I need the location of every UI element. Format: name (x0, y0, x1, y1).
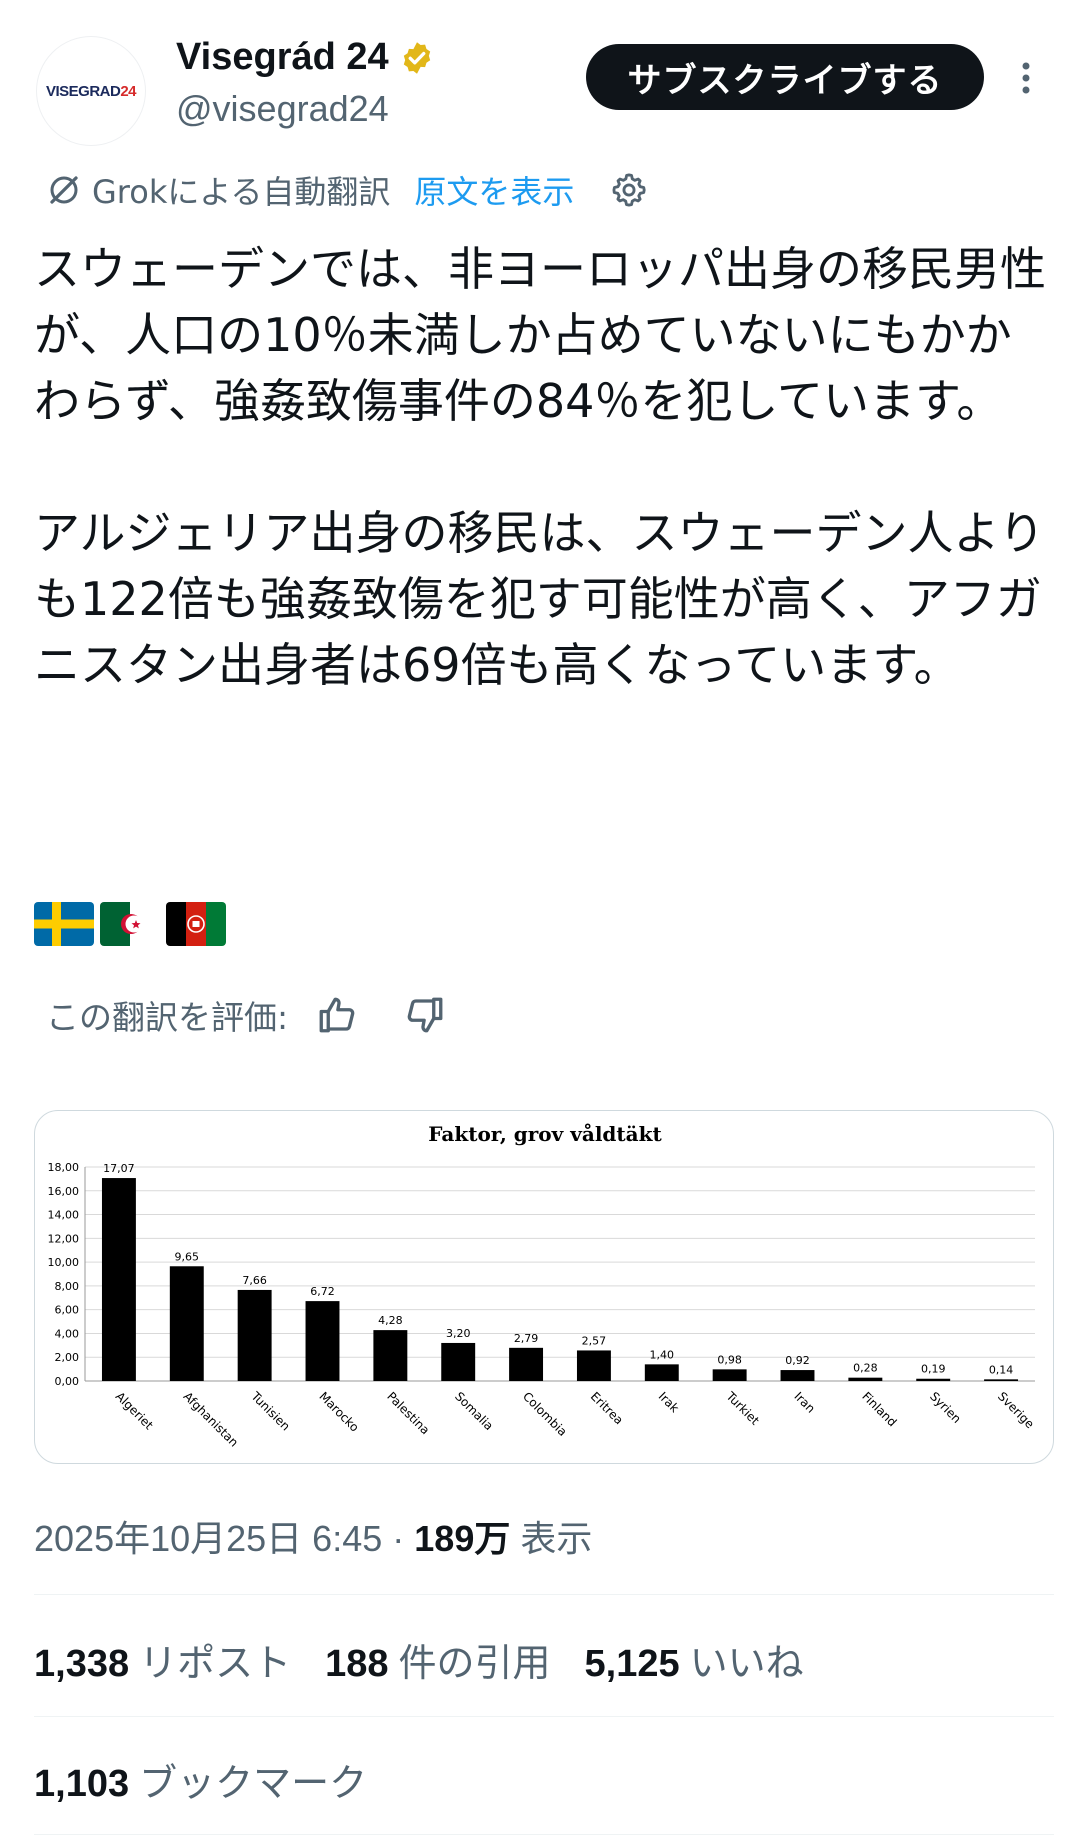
views-label: 表示 (520, 1518, 593, 1559)
chart-bar (509, 1347, 544, 1381)
bar-value-label: 2,57 (582, 1334, 607, 1347)
y-tick-label: 10,00 (48, 1256, 80, 1269)
reposts-stat[interactable]: 1,338 リポスト (34, 1632, 291, 1687)
bar-value-label: 4,28 (378, 1314, 403, 1327)
x-tick-label: Eritrea (588, 1389, 626, 1427)
chart-bar (916, 1378, 951, 1381)
tweet-text: スウェーデンでは、非ヨーロッパ出身の移民男性が、人口の10％未満しか占めていない… (34, 242, 1046, 692)
views-count: 189万 (414, 1518, 511, 1559)
display-name[interactable]: Visegrád 24 (176, 36, 389, 79)
tweet-meta: 2025年10月25日 6:45 · 189万 表示 (34, 1510, 592, 1562)
bar-value-label: 9,65 (175, 1250, 200, 1263)
bar-chart: Faktor, grov våldtäkt 0,00 2,00 4,00 6,00 8,… (48, 1122, 1037, 1450)
translation-label: Grokによる自動翻訳 (92, 173, 391, 211)
bar-value-label: 17,07 (103, 1162, 135, 1175)
rate-translation-row: この翻訳を評価: (46, 990, 446, 1040)
y-tick-label: 18,00 (48, 1161, 80, 1174)
chart-bar (644, 1364, 679, 1381)
bar-value-label: 1,40 (650, 1348, 675, 1361)
quotes-stat[interactable]: 188 件の引用 (325, 1632, 550, 1687)
divider (34, 1834, 1054, 1835)
verified-badge-icon (403, 41, 430, 74)
chart-bar (237, 1289, 272, 1381)
afghanistan-flag-icon (166, 902, 226, 946)
chart-bar (576, 1350, 611, 1381)
bar-value-label: 0,19 (921, 1363, 946, 1376)
subscribe-button[interactable]: サブスクライブする (586, 44, 984, 110)
x-tick-label: Irak (656, 1389, 682, 1415)
bar-value-label: 0,28 (853, 1362, 878, 1375)
divider (34, 1716, 1054, 1717)
x-tick-label: Finland (859, 1389, 899, 1429)
bar-value-label: 2,79 (514, 1332, 539, 1345)
thumbs-up-icon[interactable] (316, 994, 358, 1036)
handle[interactable]: @visegrad24 (176, 88, 389, 130)
chart-bar (441, 1342, 476, 1381)
bar-value-label: 3,20 (446, 1327, 471, 1340)
y-tick-label: 2,00 (55, 1351, 80, 1364)
x-tick-label: Tunisien (248, 1389, 293, 1434)
bar-value-label: 0,92 (785, 1354, 810, 1367)
bookmarks-stat[interactable]: 1,103 ブックマーク (34, 1752, 367, 1807)
x-tick-label: Palestina (384, 1389, 432, 1437)
thumbs-down-icon[interactable] (404, 994, 446, 1036)
y-tick-label: 14,00 (48, 1209, 80, 1222)
meta-separator: · (392, 1518, 405, 1559)
x-tick-label: Algeriet (113, 1389, 156, 1432)
reposts-label: リポスト (139, 1643, 292, 1685)
flag-emojis (34, 902, 226, 946)
grok-icon (50, 176, 78, 204)
x-tick-label: Colombia (520, 1389, 570, 1439)
gear-icon[interactable] (610, 171, 648, 209)
chart-bar (984, 1379, 1019, 1381)
media-image[interactable]: Faktor, grov våldtäkt 0,00 2,00 4,00 6,00 8,… (34, 1110, 1054, 1464)
chart-bar (101, 1178, 136, 1381)
x-tick-label: Afghanistan (181, 1389, 241, 1449)
algeria-flag-icon (100, 902, 160, 946)
rate-translation-label: この翻訳を評価: (46, 998, 289, 1037)
tweet-header: VISEGRAD24 Visegrád 24 @visegrad24 サブスクラ… (0, 0, 1080, 150)
sweden-flag-icon (34, 902, 94, 946)
chart-bar (169, 1266, 204, 1381)
avatar[interactable]: VISEGRAD24 (36, 36, 146, 146)
y-tick-label: 12,00 (48, 1232, 80, 1245)
y-tick-label: 0,00 (55, 1375, 80, 1388)
x-tick-label: Somalia (452, 1389, 496, 1433)
x-tick-label: Syrien (927, 1389, 964, 1426)
chart-bar (305, 1301, 340, 1381)
bar-value-label: 0,14 (989, 1363, 1014, 1376)
bar-value-label: 7,66 (242, 1274, 267, 1287)
more-options-icon[interactable] (1016, 58, 1036, 98)
bar-value-label: 6,72 (310, 1285, 335, 1298)
x-tick-label: Iran (791, 1389, 817, 1415)
chart-bar (373, 1330, 408, 1381)
x-tick-label: Marocko (316, 1389, 361, 1434)
engagement-stats: 1,338 リポスト 188 件の引用 5,125 いいね (34, 1632, 838, 1687)
chart-title: Faktor, grov våldtäkt (428, 1122, 662, 1146)
bar-value-label: 0,98 (717, 1353, 742, 1366)
likes-count: 5,125 (584, 1643, 680, 1685)
avatar-logo-text: VISEGRAD24 (45, 82, 137, 100)
name-row: Visegrád 24 (176, 36, 435, 79)
likes-label: いいね (689, 1643, 804, 1685)
timestamp[interactable]: 2025年10月25日 6:45 (34, 1518, 382, 1559)
translation-row: Grokによる自動翻訳 原文を表示 (46, 168, 648, 212)
show-original-link[interactable]: 原文を表示 (414, 167, 574, 213)
x-tick-label: Turkiet (723, 1389, 762, 1428)
y-tick-label: 8,00 (55, 1280, 80, 1293)
y-tick-label: 16,00 (48, 1185, 80, 1198)
divider (34, 1594, 1054, 1595)
bookmarks-count: 1,103 (34, 1763, 130, 1805)
chart-bar (780, 1370, 815, 1381)
x-tick-label: Sverige (995, 1389, 1037, 1431)
likes-stat[interactable]: 5,125 いいね (585, 1632, 804, 1687)
quotes-label: 件の引用 (398, 1643, 551, 1685)
chart-bar (848, 1377, 883, 1381)
y-tick-label: 6,00 (55, 1304, 80, 1317)
y-tick-label: 4,00 (55, 1327, 80, 1340)
chart-bar (712, 1369, 747, 1381)
quotes-count: 188 (325, 1643, 389, 1685)
reposts-count: 1,338 (34, 1643, 130, 1685)
bookmarks-label: ブックマーク (139, 1763, 368, 1805)
